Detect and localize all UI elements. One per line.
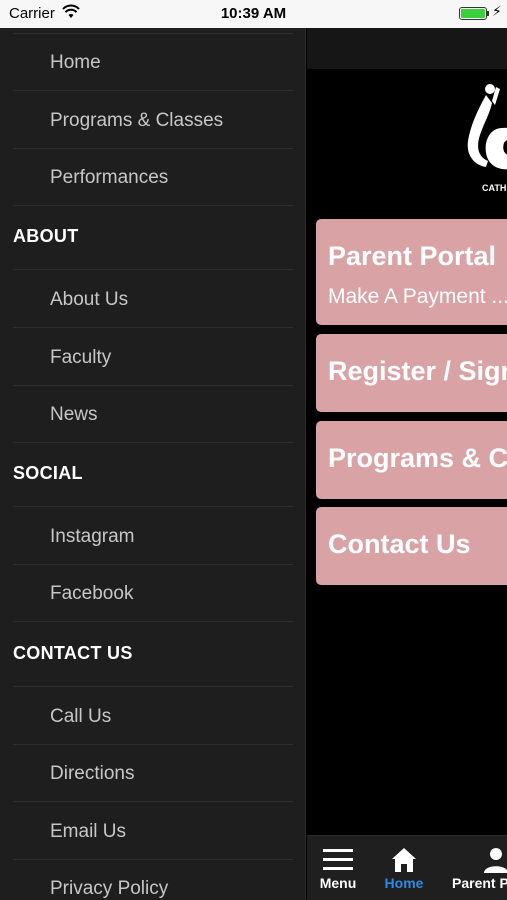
tile-subtitle: Make A Payment ... (328, 285, 507, 308)
drawer-item-call-us[interactable]: Call Us (13, 688, 293, 745)
charging-bolt-icon: ⚡ (492, 3, 502, 19)
tab-home[interactable]: Home (371, 836, 437, 900)
tile-title: Programs & Cl (328, 443, 507, 473)
drawer-item-label: About Us (50, 289, 129, 310)
tile-title: Register / Sign (328, 356, 507, 386)
status-bar: Carrier 10:39 AM ⚡ (0, 0, 507, 28)
drawer-item-instagram[interactable]: Instagram (13, 508, 293, 565)
tile-parent-portal[interactable]: Parent Portal Make A Payment ... (316, 219, 507, 325)
section-header-about: ABOUT (13, 206, 293, 270)
main-content: CATH Parent Portal Make A Payment ... Re… (307, 28, 507, 900)
drawer-item-news[interactable]: News (13, 386, 293, 443)
drawer-item-email-us[interactable]: Email Us (13, 803, 293, 860)
tab-menu[interactable]: Menu (307, 836, 369, 900)
drawer-item-label: Faculty (50, 347, 112, 368)
top-nav-bar (307, 28, 507, 69)
drawer-item-label: Home (50, 52, 101, 73)
tile-contact-us[interactable]: Contact Us (316, 507, 507, 585)
drawer-item-facebook[interactable]: Facebook (13, 565, 293, 622)
drawer-item-performances[interactable]: Performances (13, 149, 293, 206)
drawer-item-label: News (50, 404, 98, 425)
section-title: CONTACT US (13, 643, 133, 663)
person-icon (484, 848, 507, 873)
section-title: ABOUT (13, 226, 79, 246)
home-icon (392, 848, 416, 872)
battery-tip (487, 11, 489, 16)
drawer-item-privacy-policy[interactable]: Privacy Policy (13, 860, 293, 900)
tile-title: Parent Portal (328, 241, 497, 271)
drawer-item-label: Call Us (50, 706, 112, 727)
tile-register-sign-up[interactable]: Register / Sign (316, 334, 507, 412)
section-header-social: SOCIAL (13, 443, 293, 507)
section-header-contact-us: CONTACT US (13, 623, 293, 687)
drawer-item-label: Privacy Policy (50, 878, 169, 899)
drawer-item-about-us[interactable]: About Us (13, 271, 293, 328)
side-drawer: Home Programs & Classes Performances ABO… (0, 28, 306, 900)
status-time: 10:39 AM (220, 5, 287, 22)
drawer-item-directions[interactable]: Directions (13, 745, 293, 802)
brand-logo: CATH (462, 83, 507, 193)
tile-programs-classes[interactable]: Programs & Cl (316, 421, 507, 499)
drawer-item-label: Facebook (50, 583, 134, 604)
tab-label: Menu (319, 875, 357, 891)
tile-title: Contact Us (328, 529, 471, 559)
drawer-item-label: Email Us (50, 821, 127, 842)
drawer-item-label: Programs & Classes (50, 110, 224, 131)
tab-label: Home (384, 875, 424, 891)
section-title: SOCIAL (13, 463, 83, 483)
drawer-item-programs-classes[interactable]: Programs & Classes (13, 92, 293, 149)
drawer-item-label: Directions (50, 763, 135, 784)
tab-parent-portal[interactable]: Parent P (447, 836, 507, 900)
drawer-item-home[interactable]: Home (13, 34, 293, 91)
drawer-item-label: Instagram (50, 526, 135, 547)
tab-bar: Menu Home Parent P (307, 835, 507, 900)
drawer-item-label: Performances (50, 167, 169, 188)
drawer-item-faculty[interactable]: Faculty (13, 329, 293, 386)
battery-icon (459, 7, 487, 20)
logo-caption: CATH (482, 183, 506, 193)
hamburger-menu-icon (323, 849, 353, 870)
tab-label: Parent P (452, 875, 507, 891)
